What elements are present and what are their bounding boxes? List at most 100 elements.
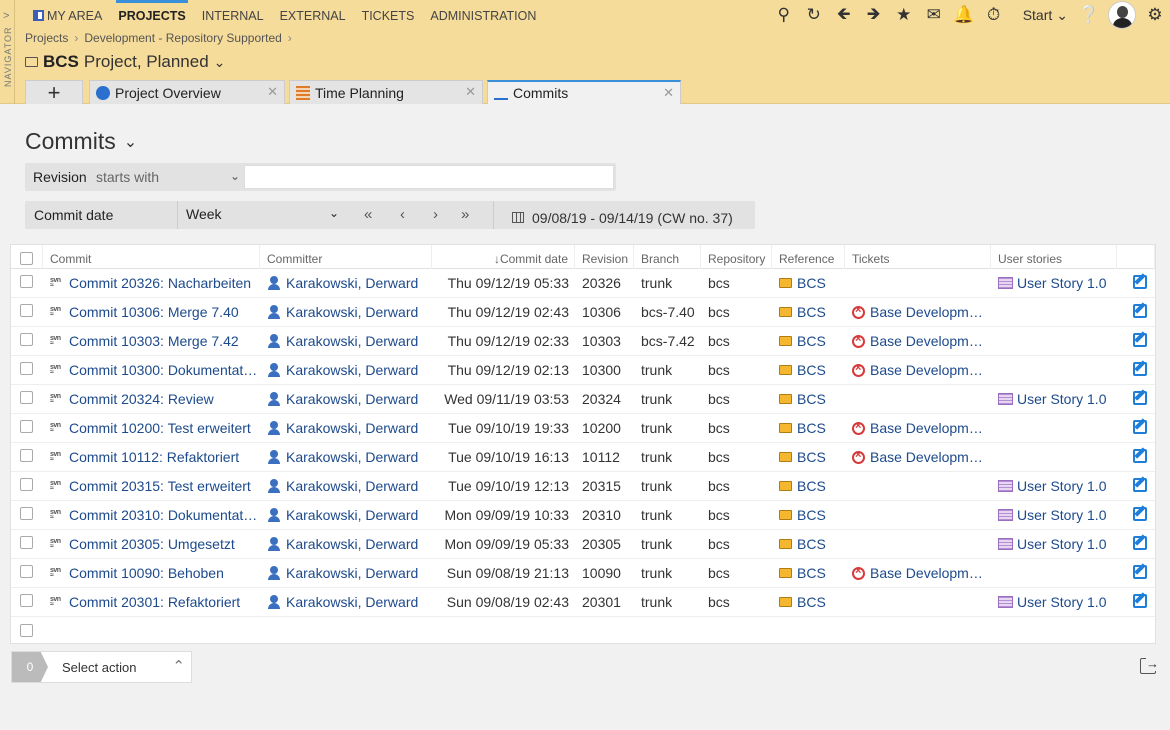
tab-project-overview[interactable]: Project Overview ✕: [89, 80, 285, 104]
row-checkbox[interactable]: [20, 623, 33, 637]
table-row[interactable]: svn ≈ Commit 10303: Merge 7.42 Karakowski, …: [11, 327, 1155, 356]
edit-icon[interactable]: [1133, 274, 1147, 289]
col-repository[interactable]: Repository: [701, 245, 772, 269]
close-icon[interactable]: ✕: [267, 84, 278, 100]
col-revision[interactable]: Revision: [575, 245, 634, 269]
commit-link[interactable]: svn ≈ Commit 20301: Refaktoriert: [43, 594, 260, 610]
committer-link[interactable]: Karakowski, Derward: [260, 333, 432, 349]
committer-link[interactable]: Karakowski, Derward: [260, 507, 432, 523]
ticket-link[interactable]: Base Developm…: [845, 362, 991, 378]
avatar[interactable]: [1108, 1, 1136, 29]
breadcrumb-development[interactable]: Development - Repository Supported: [84, 31, 281, 45]
col-user-stories[interactable]: User stories: [991, 245, 1117, 269]
committer-link[interactable]: Karakowski, Derward: [260, 565, 432, 581]
row-checkbox[interactable]: [20, 478, 33, 491]
commit-link[interactable]: svn ≈ Commit 10303: Merge 7.42: [43, 333, 260, 349]
ticket-link[interactable]: Base Developm…: [845, 420, 991, 436]
commit-link[interactable]: svn ≈ Commit 20315: Test erweitert: [43, 478, 260, 494]
ticket-link[interactable]: Base Developm…: [845, 333, 991, 349]
reference-link[interactable]: BCS: [772, 478, 845, 494]
table-row[interactable]: svn ≈ Commit 20315: Test erweitert Karakows…: [11, 472, 1155, 501]
table-row[interactable]: svn ≈ Commit 20326: Nacharbeiten Karakowski…: [11, 269, 1155, 298]
next-icon[interactable]: ›: [433, 206, 438, 223]
commit-link[interactable]: svn ≈ Commit 20305: Umgesetzt: [43, 536, 260, 552]
committer-link[interactable]: Karakowski, Derward: [260, 304, 432, 320]
row-checkbox[interactable]: [20, 275, 33, 288]
col-tickets[interactable]: Tickets: [845, 245, 991, 269]
user-story-link[interactable]: User Story 1.0: [991, 594, 1117, 610]
edit-icon[interactable]: [1133, 303, 1147, 318]
reference-link[interactable]: BCS: [772, 420, 845, 436]
date-range[interactable]: 09/08/19 - 09/14/19 (CW no. 37): [493, 201, 733, 229]
revision-operator-select[interactable]: starts with ⌄: [96, 169, 240, 185]
committer-link[interactable]: Karakowski, Derward: [260, 362, 432, 378]
row-checkbox[interactable]: [20, 420, 33, 433]
table-row[interactable]: svn ≈ Commit 10306: Merge 7.40 Karakowski, …: [11, 298, 1155, 327]
previous-icon[interactable]: ‹: [400, 206, 405, 223]
mail-icon[interactable]: ✉: [919, 0, 949, 30]
start-menu[interactable]: Start ⌄: [1009, 7, 1074, 24]
ticket-link[interactable]: Base Developm…: [845, 304, 991, 320]
reference-link[interactable]: BCS: [772, 304, 845, 320]
tab-commits[interactable]: Commits ✕: [487, 80, 681, 104]
col-committer[interactable]: Committer: [260, 245, 432, 269]
col-commit-date[interactable]: ↓Commit date: [432, 245, 575, 269]
reference-link[interactable]: BCS: [772, 275, 845, 291]
edit-icon[interactable]: [1133, 535, 1147, 550]
edit-icon[interactable]: [1133, 419, 1147, 434]
edit-icon[interactable]: [1133, 448, 1147, 463]
last-page-icon[interactable]: »: [461, 206, 469, 223]
ticket-link[interactable]: Base Developm…: [845, 565, 991, 581]
user-story-link[interactable]: User Story 1.0: [991, 507, 1117, 523]
period-select[interactable]: Week ⌄: [177, 201, 347, 229]
reference-link[interactable]: BCS: [772, 565, 845, 581]
table-row[interactable]: svn ≈ Commit 10200: Test erweitert Karakows…: [11, 414, 1155, 443]
committer-link[interactable]: Karakowski, Derward: [260, 478, 432, 494]
reference-link[interactable]: BCS: [772, 391, 845, 407]
nav-tickets[interactable]: TICKETS: [354, 0, 423, 32]
nav-internal[interactable]: INTERNAL: [194, 0, 272, 32]
ticket-link[interactable]: Base Developm…: [845, 449, 991, 465]
reference-link[interactable]: BCS: [772, 333, 845, 349]
edit-icon[interactable]: [1133, 593, 1147, 608]
row-checkbox[interactable]: [20, 536, 33, 549]
edit-icon[interactable]: [1133, 361, 1147, 376]
row-checkbox[interactable]: [20, 449, 33, 462]
refresh-icon[interactable]: ↻: [799, 0, 829, 30]
project-title[interactable]: BCS Project, Planned ⌄: [25, 52, 225, 72]
edit-icon[interactable]: [1133, 564, 1147, 579]
export-icon[interactable]: [1140, 656, 1159, 674]
revision-input[interactable]: [244, 165, 614, 189]
reference-link[interactable]: BCS: [772, 362, 845, 378]
row-checkbox[interactable]: [20, 594, 33, 607]
user-story-link[interactable]: User Story 1.0: [991, 275, 1117, 291]
col-reference[interactable]: Reference: [772, 245, 845, 269]
chevron-up-icon[interactable]: ⌃: [172, 657, 185, 675]
bell-icon[interactable]: 🔔: [949, 0, 979, 30]
close-icon[interactable]: ✕: [663, 85, 674, 101]
table-row[interactable]: svn ≈ Commit 10112: Refaktoriert Karakowski…: [11, 443, 1155, 472]
row-checkbox[interactable]: [20, 304, 33, 317]
reference-link[interactable]: BCS: [772, 536, 845, 552]
user-story-link[interactable]: User Story 1.0: [991, 536, 1117, 552]
edit-icon[interactable]: [1133, 506, 1147, 521]
col-commit[interactable]: Commit: [43, 245, 260, 269]
table-row[interactable]: svn ≈ Commit 20310: Dokumentat… Karakowski,…: [11, 501, 1155, 530]
nav-projects[interactable]: PROJECTS: [110, 0, 193, 32]
committer-link[interactable]: Karakowski, Derward: [260, 420, 432, 436]
gear-icon[interactable]: ⚙: [1140, 0, 1170, 30]
commit-link[interactable]: svn ≈ Commit 10306: Merge 7.40: [43, 304, 260, 320]
edit-icon[interactable]: [1133, 477, 1147, 492]
favorite-star-icon[interactable]: ★: [889, 0, 919, 30]
add-tab-button[interactable]: +: [25, 80, 83, 105]
committer-link[interactable]: Karakowski, Derward: [260, 449, 432, 465]
select-action-dropdown[interactable]: Select action: [62, 660, 136, 675]
committer-link[interactable]: Karakowski, Derward: [260, 536, 432, 552]
commit-link[interactable]: svn ≈ Commit 20310: Dokumentat…: [43, 507, 260, 523]
row-checkbox[interactable]: [20, 565, 33, 578]
edit-icon[interactable]: [1133, 390, 1147, 405]
navigator-strip[interactable]: > NAVIGATOR: [0, 0, 15, 104]
forward-icon[interactable]: 🡺: [859, 0, 889, 30]
user-story-link[interactable]: User Story 1.0: [991, 391, 1117, 407]
reference-link[interactable]: BCS: [772, 594, 845, 610]
